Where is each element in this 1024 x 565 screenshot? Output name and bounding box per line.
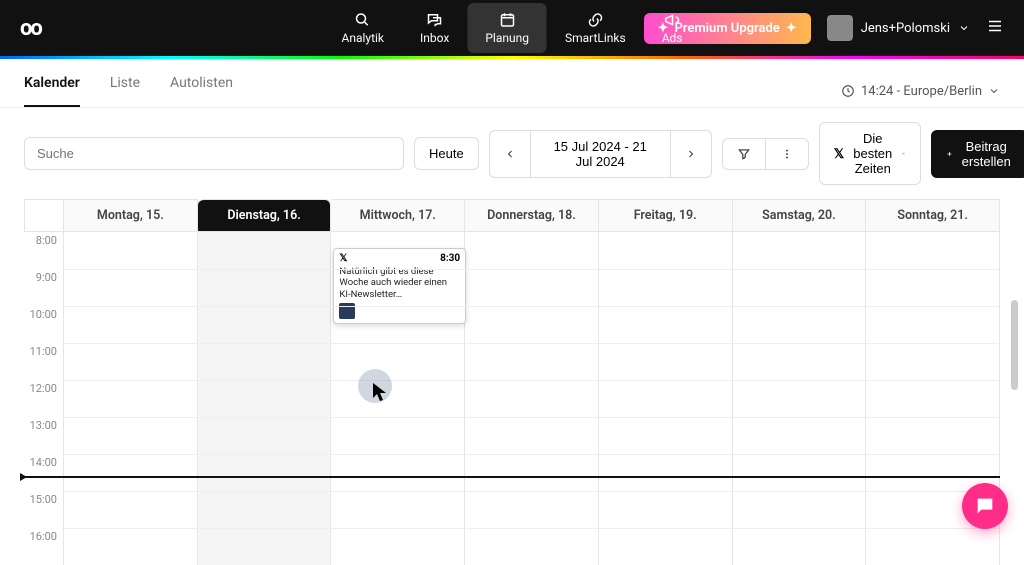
- plus-icon: [946, 148, 953, 160]
- day-col-sat[interactable]: [733, 232, 867, 565]
- nav-ads[interactable]: Ads: [644, 3, 701, 53]
- hour-line: [64, 528, 1000, 529]
- nav-label: Analytik: [342, 31, 385, 45]
- day-col-mon[interactable]: [64, 232, 198, 565]
- hour-line: [64, 306, 1000, 307]
- best-times-button[interactable]: 𝕏 Die besten Zeiten: [819, 122, 922, 185]
- chevron-down-icon: [958, 22, 970, 34]
- time-label: 12:00: [24, 380, 64, 417]
- sparkle-icon: ✦: [786, 21, 797, 36]
- chat-icon: [974, 495, 996, 517]
- time-label: 11:00: [24, 343, 64, 380]
- clock-icon: [841, 84, 855, 98]
- mouse-cursor: [372, 382, 388, 402]
- hamburger-menu[interactable]: [986, 17, 1004, 39]
- filter-button[interactable]: [722, 138, 765, 170]
- day-header: Donnerstag, 18.: [465, 199, 599, 232]
- nav-analytik[interactable]: Analytik: [324, 3, 403, 53]
- tab-liste[interactable]: Liste: [110, 75, 140, 107]
- time-label: 16:00: [24, 528, 64, 565]
- calendar-icon: [498, 11, 516, 29]
- timezone-label: 14:24 - Europe/Berlin: [861, 84, 982, 99]
- nav-label: SmartLinks: [565, 31, 626, 45]
- hour-line: [64, 269, 1000, 270]
- day-header: Montag, 15.: [64, 199, 198, 232]
- time-column: 8:00 9:00 10:00 11:00 12:00 13:00 14:00 …: [24, 232, 64, 565]
- more-button[interactable]: [765, 138, 809, 170]
- nav-label: Planung: [485, 31, 529, 45]
- user-menu[interactable]: Jens+Polomski: [827, 15, 970, 41]
- best-times-label: Die besten Zeiten: [850, 131, 895, 176]
- timezone-selector[interactable]: 14:24 - Europe/Berlin: [841, 84, 1000, 99]
- link-icon: [586, 11, 604, 29]
- chevron-left-icon: [504, 148, 516, 160]
- day-col-fri[interactable]: [599, 232, 733, 565]
- user-name: Jens+Polomski: [861, 21, 950, 36]
- now-indicator: [24, 476, 1000, 478]
- scheduled-post-card[interactable]: 𝕏 8:30 Natürlich gibt es diese Woche auc…: [333, 248, 466, 324]
- view-tabs: Kalender Liste Autolisten: [24, 75, 233, 107]
- time-label: 14:00: [24, 454, 64, 491]
- event-text: Natürlich gibt es diese Woche auch wiede…: [339, 266, 460, 300]
- x-icon: 𝕏: [834, 146, 844, 162]
- chevron-right-icon: [685, 148, 697, 160]
- scrollbar[interactable]: [1011, 300, 1018, 390]
- day-header: Sonntag, 21.: [866, 199, 1000, 232]
- main-nav: Analytik Inbox Planung SmartLinks Ads: [324, 3, 701, 53]
- chat-fab[interactable]: [962, 483, 1008, 529]
- day-col-thu[interactable]: [465, 232, 599, 565]
- date-range-group: 15 Jul 2024 - 21 Jul 2024: [489, 130, 712, 178]
- day-header: Mittwoch, 17.: [331, 199, 465, 232]
- filter-icon: [737, 147, 751, 161]
- day-header-current: Dienstag, 16.: [198, 199, 332, 232]
- day-col-tue[interactable]: [198, 232, 332, 565]
- time-label: 10:00: [24, 306, 64, 343]
- time-label: 15:00: [24, 491, 64, 528]
- nav-planung[interactable]: Planung: [467, 3, 547, 53]
- menu-icon: [986, 17, 1004, 35]
- hour-line: [64, 417, 1000, 418]
- hour-line: [64, 380, 1000, 381]
- time-gutter-head: [24, 199, 64, 232]
- x-icon: 𝕏: [339, 253, 347, 264]
- event-time: 8:30: [440, 253, 460, 264]
- logo: oo: [20, 16, 41, 41]
- day-header: Freitag, 19.: [599, 199, 733, 232]
- day-header: Samstag, 20.: [733, 199, 867, 232]
- avatar: [827, 15, 853, 41]
- analytics-icon: [354, 11, 372, 29]
- tab-kalender[interactable]: Kalender: [24, 75, 80, 107]
- search-input[interactable]: [24, 137, 404, 170]
- filter-group: [722, 138, 809, 170]
- day-header-row: Montag, 15. Dienstag, 16. Mittwoch, 17. …: [24, 199, 1000, 232]
- hour-line: [64, 454, 1000, 455]
- nav-inbox[interactable]: Inbox: [402, 3, 467, 53]
- hour-line: [64, 491, 1000, 492]
- time-label: 13:00: [24, 417, 64, 454]
- megaphone-icon: [663, 11, 681, 29]
- time-label: 8:00: [24, 232, 64, 269]
- tab-autolisten[interactable]: Autolisten: [170, 75, 233, 107]
- create-label: Beitrag erstellen: [959, 139, 1013, 169]
- inbox-icon: [426, 11, 444, 29]
- day-col-wed[interactable]: 𝕏 8:30 Natürlich gibt es diese Woche auc…: [331, 232, 465, 565]
- next-week-button[interactable]: [670, 130, 712, 178]
- calendar-grid[interactable]: 8:00 9:00 10:00 11:00 12:00 13:00 14:00 …: [24, 232, 1000, 565]
- date-range-button[interactable]: 15 Jul 2024 - 21 Jul 2024: [530, 130, 670, 178]
- chevron-down-icon: [988, 85, 1000, 97]
- nav-label: Ads: [662, 31, 683, 45]
- nav-label: Inbox: [420, 31, 449, 45]
- chevron-down-icon: [901, 148, 906, 159]
- time-label: 9:00: [24, 269, 64, 306]
- hour-line: [64, 343, 1000, 344]
- prev-week-button[interactable]: [489, 130, 530, 178]
- create-post-button[interactable]: Beitrag erstellen: [931, 130, 1024, 178]
- nav-smartlinks[interactable]: SmartLinks: [547, 3, 644, 53]
- today-button[interactable]: Heute: [414, 137, 479, 170]
- more-vertical-icon: [780, 147, 794, 161]
